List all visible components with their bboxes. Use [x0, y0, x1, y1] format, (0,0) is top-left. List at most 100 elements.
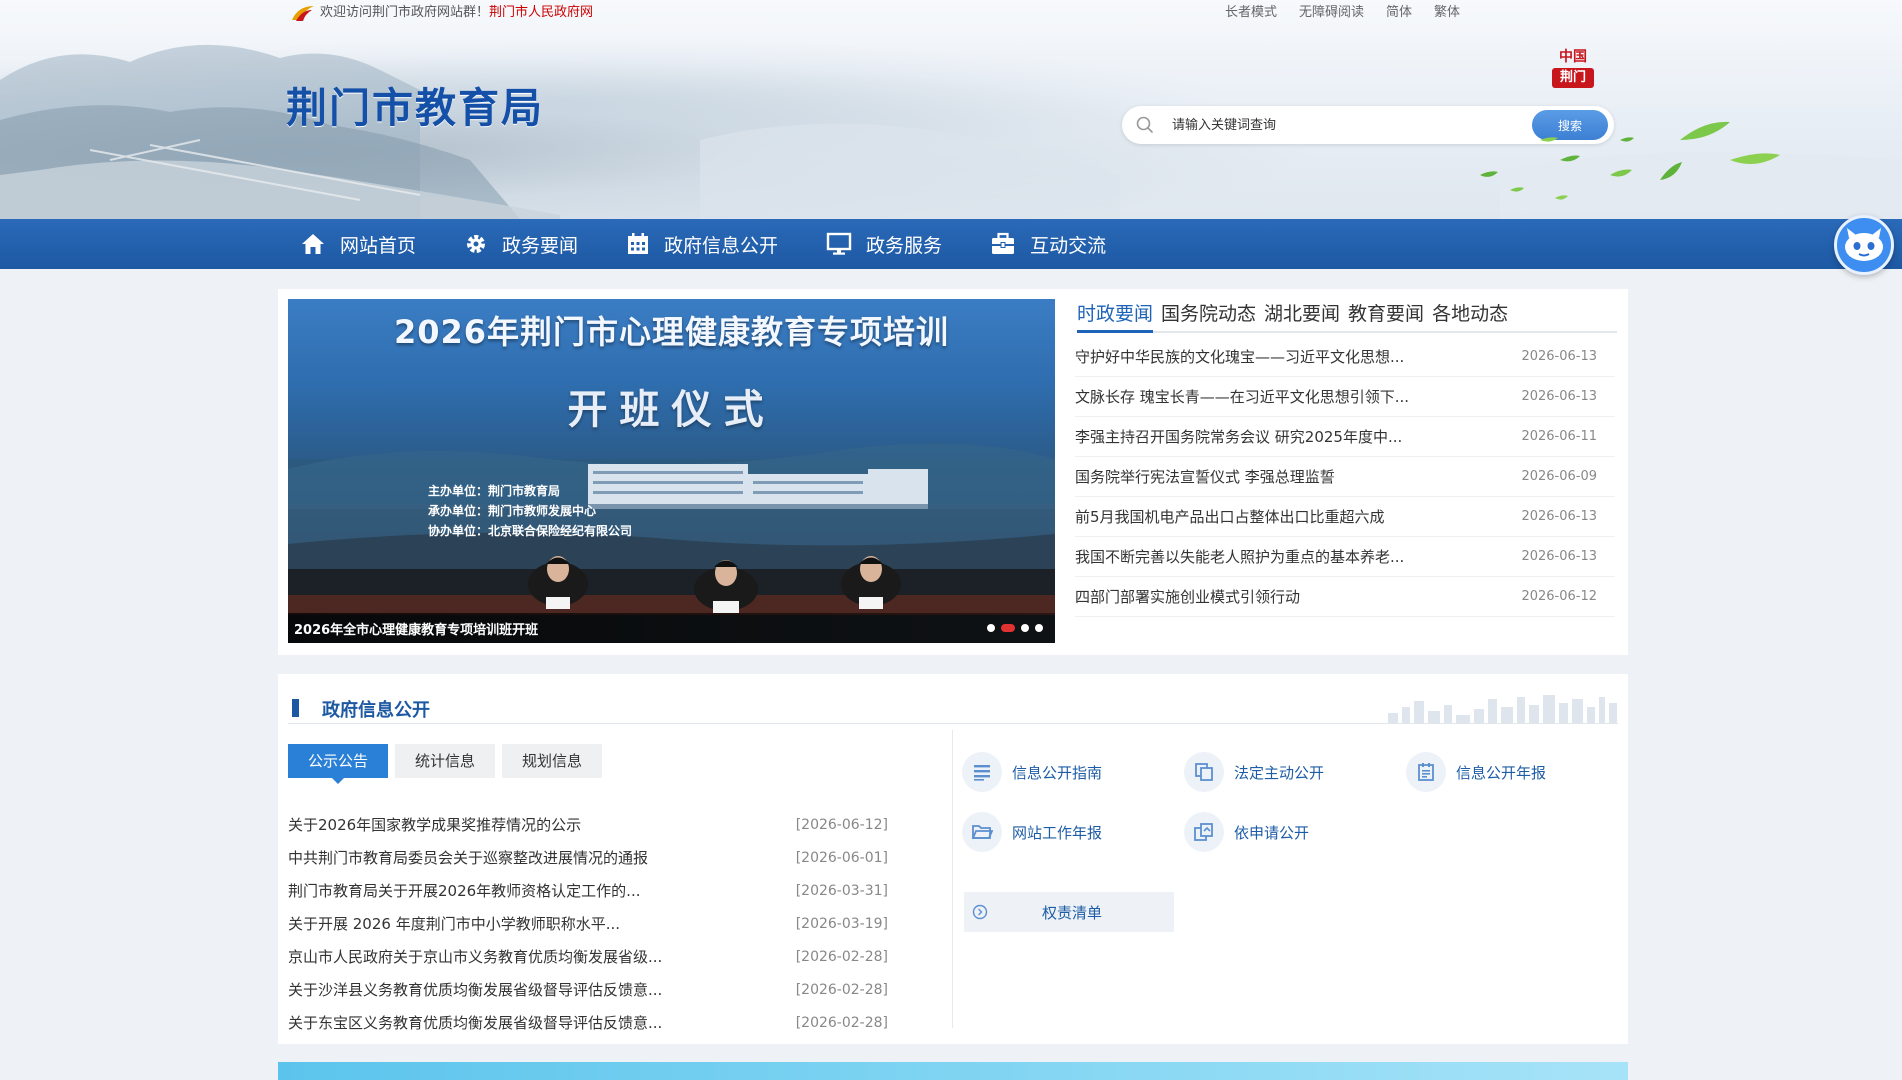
tab-education-news[interactable]: 教育要闻	[1348, 297, 1424, 331]
welcome-bar: 欢迎访问荆门市政府网站群！ 荆门市人民政府网	[290, 3, 593, 23]
elder-mode-link[interactable]: 长者模式	[1225, 3, 1277, 23]
carousel-dot[interactable]	[987, 624, 995, 632]
carousel-banner-subtitle: 开班仪式	[567, 387, 776, 433]
news-item[interactable]: 守护好中华民族的文化瑰宝——习近平文化思想... 2026-06-13	[1075, 337, 1615, 377]
quick-link-website-report[interactable]: 网站工作年报	[962, 812, 1102, 852]
quick-link-label: 依申请公开	[1234, 823, 1310, 842]
carousel-dot[interactable]	[1035, 624, 1043, 632]
notice-date: [2026-02-28]	[795, 1014, 888, 1031]
news-date: 2026-06-11	[1521, 429, 1597, 444]
briefcase-icon	[992, 232, 1015, 254]
accessibility-link[interactable]: 无障碍阅读	[1299, 3, 1364, 23]
notice-title[interactable]: 中共荆门市教育局委员会关于巡察整改进展情况的通报	[288, 847, 648, 868]
news-item[interactable]: 国务院举行宪法宣誓仪式 李强总理监誓 2026-06-09	[1075, 457, 1615, 497]
news-title[interactable]: 李强主持召开国务院常务会议 研究2025年度中...	[1075, 426, 1402, 447]
notice-title[interactable]: 关于开展 2026 年度荆门市中小学教师职称水平...	[288, 913, 620, 934]
quick-link-disclosure-guide[interactable]: 信息公开指南	[962, 752, 1102, 792]
news-item[interactable]: 我国不断完善以失能老人照护为重点的基本养老... 2026-06-13	[1075, 537, 1615, 577]
simplified-chinese-link[interactable]: 简体	[1386, 3, 1412, 23]
quick-link-annual-report[interactable]: 信息公开年报	[1406, 752, 1546, 792]
news-list: 守护好中华民族的文化瑰宝——习近平文化思想... 2026-06-13 文脉长存…	[1075, 337, 1615, 617]
copy-icon	[1184, 752, 1224, 792]
notice-item[interactable]: 京山市人民政府关于京山市义务教育优质均衡发展省级... [2026-02-28]	[288, 940, 888, 973]
tab-local-news[interactable]: 各地动态	[1432, 297, 1508, 331]
site-logo-icon	[292, 6, 314, 21]
nav-item-label: 政府信息公开	[664, 234, 779, 257]
power-list-button[interactable]: 权责清单	[964, 892, 1174, 932]
carousel-dot-active[interactable]	[1001, 624, 1015, 632]
notice-title[interactable]: 关于沙洋县义务教育优质均衡发展省级督导评估反馈意...	[288, 979, 662, 1000]
news-item[interactable]: 李强主持召开国务院常务会议 研究2025年度中... 2026-06-11	[1075, 417, 1615, 457]
tab-state-council[interactable]: 国务院动态	[1161, 297, 1256, 331]
nav-item-gov-info[interactable]: 政府信息公开	[626, 219, 778, 269]
gear-icon	[467, 235, 486, 253]
tab-public-notices[interactable]: 公示公告	[288, 744, 389, 784]
news-date: 2026-06-13	[1521, 509, 1597, 524]
notice-item[interactable]: 关于2026年国家教学成果奖推荐情况的公示 [2026-06-12]	[288, 808, 888, 841]
notice-item[interactable]: 关于开展 2026 年度荆门市中小学教师职称水平... [2026-03-19]	[288, 907, 888, 940]
notice-item[interactable]: 荆门市教育局关于开展2026年教师资格认定工作的... [2026-03-31]	[288, 874, 888, 907]
traditional-chinese-link[interactable]: 繁体	[1434, 3, 1460, 23]
nav-item-interaction[interactable]: 互动交流	[990, 219, 1106, 269]
headline-panel: 2026年荆门市心理健康教育专项培训 开班仪式 主办单位：荆门市教育局 承办单位…	[278, 289, 1628, 655]
quick-link-request-disclosure[interactable]: 依申请公开	[1184, 812, 1309, 852]
city-government-link[interactable]: 荆门市人民政府网	[489, 3, 593, 23]
nav-item-label: 政务服务	[866, 234, 943, 257]
leaves-decoration-icon	[1480, 121, 1780, 200]
notice-title[interactable]: 关于东宝区义务教育优质均衡发展省级督导评估反馈意...	[288, 1012, 662, 1033]
news-item[interactable]: 四部门部署实施创业模式引领行动 2026-06-12	[1075, 577, 1615, 617]
news-title[interactable]: 守护好中华民族的文化瑰宝——习近平文化思想...	[1075, 346, 1404, 367]
notice-list: 关于2026年国家教学成果奖推荐情况的公示 [2026-06-12] 中共荆门市…	[288, 808, 888, 1039]
news-title[interactable]: 国务院举行宪法宣誓仪式 李强总理监誓	[1075, 466, 1335, 487]
notice-date: [2026-02-28]	[795, 948, 888, 965]
notice-item[interactable]: 中共荆门市教育局委员会关于巡察整改进展情况的通报 [2026-06-01]	[288, 841, 888, 874]
news-item[interactable]: 文脉长存 瑰宝长青——在习近平文化思想引领下... 2026-06-13	[1075, 377, 1615, 417]
nav-item-news[interactable]: 政务要闻	[464, 219, 578, 269]
bottom-banner-strip	[278, 1062, 1628, 1080]
news-title[interactable]: 文脉长存 瑰宝长青——在习近平文化思想引领下...	[1075, 386, 1409, 407]
gov-info-title-bar: 政府信息公开	[288, 688, 1618, 724]
tab-current-affairs[interactable]: 时政要闻	[1077, 297, 1154, 333]
notice-title[interactable]: 京山市人民政府关于京山市义务教育优质均衡发展省级...	[288, 946, 662, 967]
notice-item[interactable]: 关于东宝区义务教育优质均衡发展省级督导评估反馈意... [2026-02-28]	[288, 1006, 888, 1039]
folder-icon	[962, 812, 1002, 852]
documents-icon	[1184, 812, 1224, 852]
news-carousel[interactable]: 2026年荆门市心理健康教育专项培训 开班仪式 主办单位：荆门市教育局 承办单位…	[288, 299, 1055, 643]
news-date: 2026-06-13	[1521, 549, 1597, 564]
tab-planning[interactable]: 规划信息	[502, 744, 603, 778]
section-marker	[292, 699, 299, 717]
news-date: 2026-06-09	[1521, 469, 1597, 484]
ai-assistant-button[interactable]	[1834, 215, 1894, 275]
quick-link-statutory-disclosure[interactable]: 法定主动公开	[1184, 752, 1324, 792]
notice-item[interactable]: 关于沙洋县义务教育优质均衡发展省级督导评估反馈意... [2026-02-28]	[288, 973, 888, 1006]
notice-title[interactable]: 荆门市教育局关于开展2026年教师资格认定工作的...	[288, 880, 640, 901]
organizer-line: 协办单位：北京联合保险经纪有限公司	[428, 524, 633, 538]
chevron-circle-icon	[972, 904, 988, 920]
news-item[interactable]: 前5月我国机电产品出口占整体出口比重超六成 2026-06-13	[1075, 497, 1615, 537]
carousel-dot[interactable]	[1021, 624, 1029, 632]
robot-icon	[1845, 228, 1883, 261]
news-title[interactable]: 四部门部署实施创业模式引领行动	[1075, 586, 1300, 607]
tab-statistics[interactable]: 统计信息	[395, 744, 496, 778]
skyline-decoration-icon	[1388, 695, 1617, 723]
notice-title[interactable]: 关于2026年国家教学成果奖推荐情况的公示	[288, 814, 581, 835]
nav-item-home[interactable]: 网站首页	[300, 219, 416, 269]
topbar-tools: 长者模式 无障碍阅读 简体 繁体	[1225, 3, 1460, 23]
news-title[interactable]: 前5月我国机电产品出口占整体出口比重超六成	[1075, 506, 1385, 527]
quick-link-label: 信息公开指南	[1012, 763, 1103, 782]
calendar-icon	[628, 233, 649, 254]
news-date: 2026-06-13	[1521, 389, 1597, 404]
nav-item-label: 互动交流	[1030, 234, 1107, 257]
carousel-caption[interactable]: 2026年全市心理健康教育专项培训班开班	[294, 619, 538, 638]
tab-hubei-news[interactable]: 湖北要闻	[1264, 297, 1340, 331]
carousel-banner-organizers: 主办单位：荆门市教育局 承办单位：荆门市教师发展中心 协办单位：北京联合保险经纪…	[428, 481, 632, 541]
nav-item-label: 网站首页	[340, 234, 417, 257]
news-title[interactable]: 我国不断完善以失能老人照护为重点的基本养老...	[1075, 546, 1404, 567]
nav-item-services[interactable]: 政务服务	[826, 219, 942, 269]
carousel-dots	[987, 624, 1043, 632]
list-icon	[962, 752, 1002, 792]
column-divider	[952, 730, 953, 1028]
site-title: 荆门市教育局	[286, 84, 544, 132]
site-header: 欢迎访问荆门市政府网站群！ 荆门市人民政府网 长者模式 无障碍阅读 简体 繁体 …	[0, 0, 1902, 219]
organizer-line: 承办单位：荆门市教师发展中心	[428, 504, 597, 518]
